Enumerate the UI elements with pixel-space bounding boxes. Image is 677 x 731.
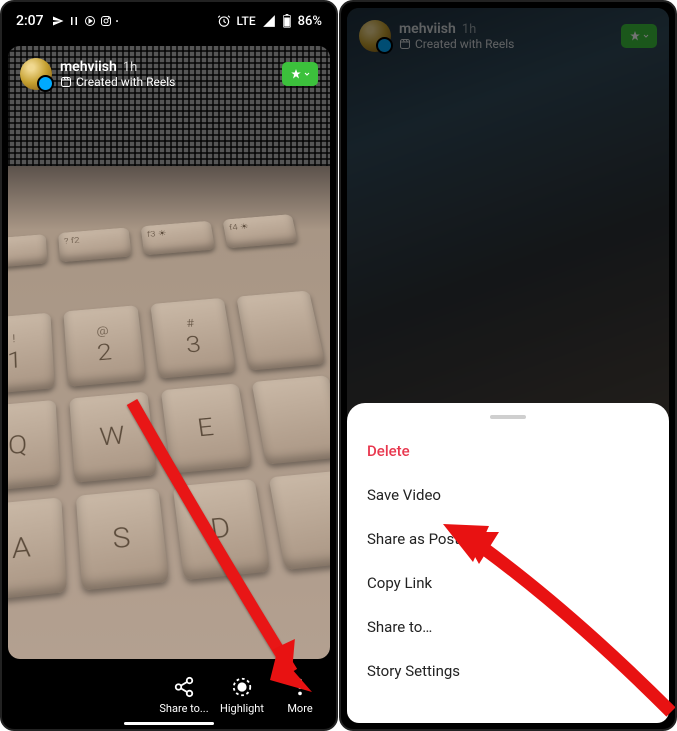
- more-button[interactable]: More: [274, 675, 326, 715]
- status-time: 2:07: [16, 13, 44, 29]
- menu-share-to[interactable]: Share to…: [347, 605, 669, 649]
- phone-right: mehviish 1h Created with Reels Delete Sa…: [339, 0, 677, 731]
- story-viewport: mehviish 1h Created with Reels Delete Sa…: [347, 8, 669, 723]
- story-image: f1? f2f3 ☀f4 ☀ !1@2#3 QWE ASD: [8, 46, 330, 659]
- story-subline: Created with Reels: [60, 75, 175, 89]
- status-battery: 86%: [298, 14, 322, 29]
- menu-delete[interactable]: Delete: [347, 429, 669, 473]
- share-label: Share to...: [159, 702, 208, 715]
- avatar[interactable]: [20, 58, 52, 90]
- status-network: LTE: [237, 14, 256, 28]
- menu-share-as-post[interactable]: Share as Post…: [347, 517, 669, 561]
- highlight-button[interactable]: Highlight: [216, 675, 268, 715]
- story-viewport[interactable]: f1? f2f3 ☀f4 ☀ !1@2#3 QWE ASD mehviish 1…: [8, 46, 330, 659]
- more-menu-sheet: Delete Save Video Share as Post… Copy Li…: [347, 403, 669, 723]
- signal-icon: [262, 14, 276, 28]
- story-header: mehviish 1h Created with Reels: [20, 58, 318, 90]
- highlight-icon: [230, 675, 254, 699]
- battery-icon: [282, 14, 292, 28]
- chevron-down-icon: [303, 70, 311, 78]
- status-bar: 2:07 • LTE 86%: [2, 2, 336, 40]
- menu-story-settings[interactable]: Story Settings: [347, 649, 669, 693]
- status-left-icons: •: [52, 15, 119, 27]
- reels-icon: [60, 76, 72, 88]
- highlight-label: Highlight: [220, 702, 264, 715]
- story-actions: Share to... Highlight More: [2, 675, 336, 715]
- sheet-handle[interactable]: [490, 415, 526, 419]
- home-indicator[interactable]: [124, 722, 214, 725]
- close-friends-badge[interactable]: [282, 62, 318, 86]
- more-icon: [288, 675, 312, 699]
- share-to-button[interactable]: Share to...: [158, 675, 210, 715]
- story-time: 1h: [123, 60, 137, 75]
- menu-save-video[interactable]: Save Video: [347, 473, 669, 517]
- phone-left: 2:07 • LTE 86% f1? f2f3 ☀f4 ☀ !1@2#3: [0, 0, 338, 731]
- story-username[interactable]: mehviish: [60, 59, 117, 75]
- alarm-icon: [217, 14, 231, 28]
- more-label: More: [287, 702, 312, 715]
- menu-copy-link[interactable]: Copy Link: [347, 561, 669, 605]
- share-icon: [172, 675, 196, 699]
